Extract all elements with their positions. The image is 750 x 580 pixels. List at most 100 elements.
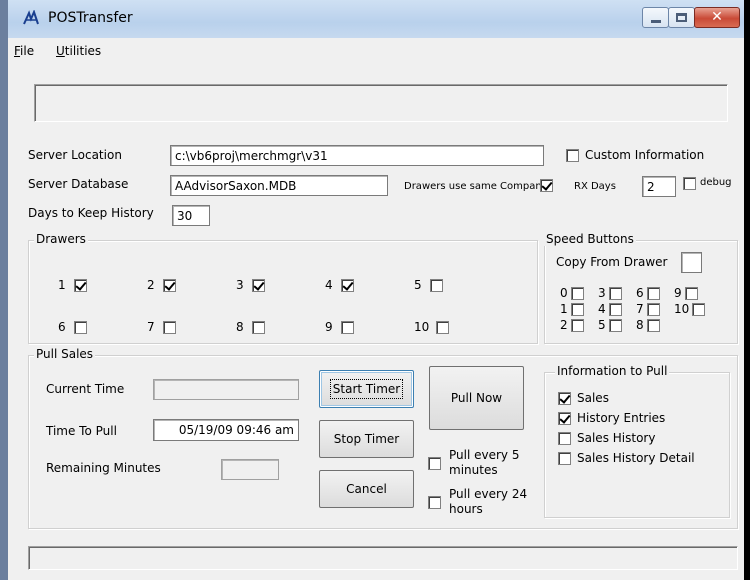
maximize-icon [676,13,687,22]
menu-utilities[interactable]: Utilities [56,44,101,58]
close-icon: ✕ [711,9,723,25]
speed-1-label: 1 [560,302,568,316]
drawer-3-checkbox[interactable] [252,279,265,292]
speed-1-checkbox[interactable] [571,303,584,316]
drawers-group [28,240,538,344]
drawer-10-label: 10 [414,320,430,334]
same-company-checkbox[interactable] [540,179,553,192]
time-to-pull-input[interactable]: 05/19/09 09:46 am [153,419,299,441]
maximize-button[interactable] [668,7,695,28]
speed-7-checkbox[interactable] [647,303,660,316]
current-time-label: Current Time [46,382,125,396]
menu-bar: File Utilities [8,38,744,62]
speed-10-label: 10 [674,302,690,316]
info-history-entries-checkbox[interactable] [558,412,571,425]
copy-from-drawer-label: Copy From Drawer [556,255,668,269]
drawer-8-label: 8 [236,320,244,334]
drawer-5-checkbox[interactable] [430,279,443,292]
history-days-label: Days to Keep History [28,206,154,220]
drawer-1-checkbox[interactable] [74,279,87,292]
info-sales-history-detail-label: Sales History Detail [577,451,695,465]
info-sales-label: Sales [577,391,609,405]
drawer-8-checkbox[interactable] [252,321,265,334]
info-sales-checkbox[interactable] [558,392,571,405]
speed-2-label: 2 [560,318,568,332]
title-bar[interactable]: POSTransfer ✕ [8,0,750,39]
cancel-label: Cancel [346,482,387,496]
minimize-button[interactable] [642,7,669,28]
time-to-pull-label: Time To Pull [46,424,117,438]
drawer-9-checkbox[interactable] [341,321,354,334]
remaining-minutes-label: Remaining Minutes [46,461,161,475]
server-database-input[interactable]: AAdvisorSaxon.MDB [170,175,388,196]
drawer-6-checkbox[interactable] [74,321,87,334]
speed-9-checkbox[interactable] [685,287,698,300]
speed-7-label: 7 [636,302,644,316]
info-sales-history-label: Sales History [577,431,656,445]
debug-label: debug [700,177,732,188]
speed-8-checkbox[interactable] [647,319,660,332]
speed-3-label: 3 [598,286,606,300]
window-left-edge [0,0,8,580]
server-database-label: Server Database [28,177,129,191]
speed-3-checkbox[interactable] [609,287,622,300]
cancel-button[interactable]: Cancel [319,470,414,508]
history-days-input[interactable]: 30 [172,205,210,226]
drawer-7-label: 7 [147,320,155,334]
app-icon [23,10,39,25]
speed-buttons-group-title: Speed Buttons [544,232,636,246]
info-sales-history-checkbox[interactable] [558,432,571,445]
info-sales-history-detail-checkbox[interactable] [558,452,571,465]
server-location-input[interactable]: c:\vb6proj\merchmgr\v31 [170,145,544,166]
speed-0-label: 0 [560,286,568,300]
speed-5-label: 5 [598,318,606,332]
drawer-5-label: 5 [414,278,422,292]
speed-5-checkbox[interactable] [609,319,622,332]
information-to-pull-group [544,372,730,518]
drawer-10-checkbox[interactable] [436,321,449,334]
speed-4-checkbox[interactable] [609,303,622,316]
speed-2-checkbox[interactable] [571,319,584,332]
pull-every-24-label-line1: Pull every 24 [449,487,528,501]
status-bar [28,546,738,570]
drawer-6-label: 6 [58,320,66,334]
same-company-label: Drawers use same Company [404,181,548,192]
pull-every-24-label-line2: hours [449,502,483,516]
close-button[interactable]: ✕ [694,7,740,28]
information-to-pull-title: Information to Pull [555,364,670,378]
pull-now-label: Pull Now [450,391,503,405]
copy-from-drawer-input[interactable] [681,252,702,273]
window-right-edge [744,0,750,580]
menu-file[interactable]: File [14,44,34,58]
custom-information-label: Custom Information [585,148,705,162]
pull-sales-group-title: Pull Sales [34,347,96,361]
start-timer-button[interactable]: Start Timer [319,370,414,408]
speed-6-checkbox[interactable] [647,287,660,300]
drawer-3-label: 3 [236,278,244,292]
drawers-group-title: Drawers [34,232,88,246]
window-title: POSTransfer [48,10,133,26]
pull-every-5-checkbox[interactable] [428,457,441,470]
custom-information-checkbox[interactable] [566,149,579,162]
drawer-2-checkbox[interactable] [163,279,176,292]
current-time-input [153,379,299,400]
app-window: POSTransfer ✕ File Utilities Server Loca… [0,0,750,580]
drawer-2-label: 2 [147,278,155,292]
pull-every-5-label-line2: minutes [449,463,498,477]
speed-4-label: 4 [598,302,606,316]
drawer-4-checkbox[interactable] [341,279,354,292]
rx-days-input[interactable]: 2 [642,176,676,197]
speed-10-checkbox[interactable] [692,303,705,316]
debug-checkbox[interactable] [683,177,696,190]
drawer-7-checkbox[interactable] [163,321,176,334]
pull-every-24-checkbox[interactable] [428,496,441,509]
drawer-1-label: 1 [58,278,66,292]
stop-timer-label: Stop Timer [333,432,400,446]
remaining-minutes-input [221,459,279,480]
server-location-label: Server Location [28,148,122,162]
stop-timer-button[interactable]: Stop Timer [319,420,414,458]
pull-now-button[interactable]: Pull Now [429,366,524,430]
speed-8-label: 8 [636,318,644,332]
message-panel [34,84,728,122]
speed-0-checkbox[interactable] [571,287,584,300]
